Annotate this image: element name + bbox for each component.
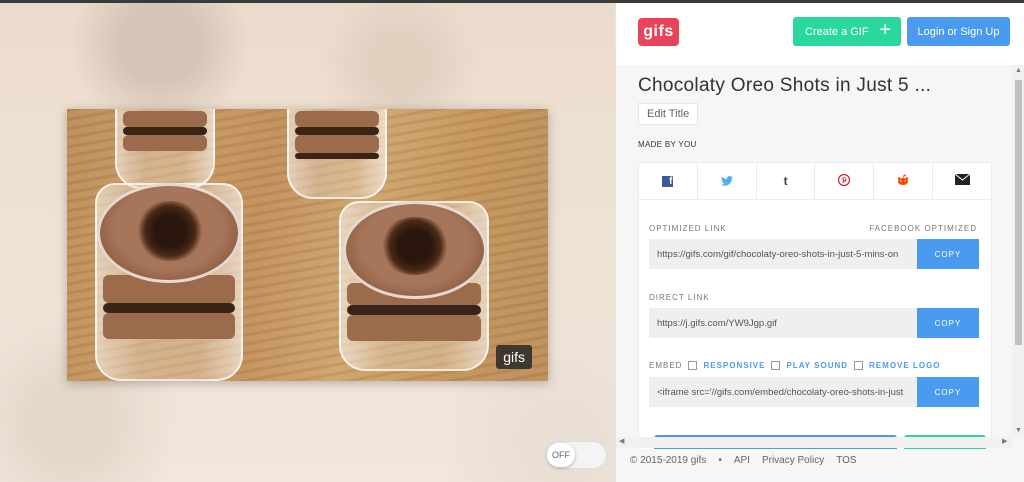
share-facebook-button[interactable]: f (639, 163, 698, 199)
gif-stage: gifs OFF (0, 3, 615, 482)
share-tumblr-button[interactable]: t (757, 163, 816, 199)
create-gif-button[interactable]: Create a GIF + (793, 17, 901, 46)
share-email-button[interactable] (933, 163, 991, 199)
login-button[interactable]: Login or Sign Up (907, 17, 1010, 46)
details-panel: gifs Create a GIF + Login or Sign Up Cho… (615, 3, 1024, 482)
share-reddit-button[interactable] (874, 163, 934, 199)
reddit-icon (896, 174, 910, 189)
facebook-optimized-label: FACEBOOK OPTIMIZED (869, 224, 977, 233)
optimized-link-label: OPTIMIZED LINK (649, 224, 727, 233)
direct-link-field[interactable]: https://j.gifs.com/YW9Jgp.gif (649, 308, 917, 338)
responsive-option[interactable]: RESPONSIVE (703, 361, 765, 370)
email-icon (954, 173, 970, 188)
gif-title: Chocolaty Oreo Shots in Just 5 ... (638, 75, 932, 96)
horizontal-scrollbar[interactable]: ◀ ▶ (616, 437, 1012, 448)
footer-separator: • (718, 455, 722, 466)
create-gif-label: Create a GIF (805, 25, 869, 38)
embed-label: EMBED (649, 361, 683, 370)
copy-embed-button[interactable]: COPY (917, 377, 979, 407)
chocolate-shavings (135, 201, 205, 261)
tumblr-icon: t (783, 174, 788, 188)
shot-glass (115, 109, 215, 189)
twitter-icon (720, 174, 733, 189)
api-link[interactable]: API (734, 455, 750, 466)
responsive-checkbox[interactable] (688, 361, 698, 370)
edit-title-button[interactable]: Edit Title (638, 103, 699, 125)
share-pinterest-button[interactable] (815, 163, 875, 199)
remove-logo-checkbox[interactable] (854, 361, 864, 370)
play-sound-checkbox[interactable] (771, 361, 781, 370)
sound-toggle[interactable]: OFF (545, 441, 607, 469)
pinterest-icon (838, 173, 851, 189)
share-twitter-button[interactable] (698, 163, 757, 199)
scroll-up-icon[interactable]: ▲ (1015, 67, 1022, 74)
made-by-label: MADE BY YOU (638, 140, 697, 149)
plus-icon: + (879, 19, 891, 41)
scroll-left-icon[interactable]: ◀ (619, 437, 624, 445)
scroll-right-icon[interactable]: ▶ (1002, 437, 1007, 445)
privacy-policy-link[interactable]: Privacy Policy (762, 455, 824, 466)
copy-optimized-button[interactable]: COPY (917, 239, 979, 269)
vertical-scrollbar[interactable]: ▲ ▼ (1012, 65, 1024, 437)
embed-options: EMBED RESPONSIVE PLAY SOUND REMOVE LOGO (649, 361, 941, 370)
gifs-logo[interactable]: gifs (638, 18, 679, 46)
copyright-text: © 2015-2019 gifs (630, 455, 707, 466)
toggle-knob: OFF (547, 443, 575, 467)
chocolate-shavings (379, 217, 451, 275)
embed-code-field[interactable]: <iframe src='//gifs.com/embed/chocolaty-… (649, 377, 917, 407)
gif-preview[interactable]: gifs (67, 109, 548, 381)
scroll-down-icon[interactable]: ▼ (1015, 427, 1022, 434)
header: gifs Create a GIF + Login or Sign Up (616, 3, 1024, 65)
copy-direct-button[interactable]: COPY (917, 308, 979, 338)
links-box: OPTIMIZED LINK FACEBOOK OPTIMIZED https:… (638, 200, 992, 449)
shot-glass (287, 109, 387, 199)
gifs-watermark: gifs (496, 345, 532, 369)
scrollbar-thumb[interactable] (1015, 80, 1022, 345)
remove-logo-option[interactable]: REMOVE LOGO (869, 361, 940, 370)
facebook-icon: f (662, 175, 674, 187)
details-scroll[interactable]: Chocolaty Oreo Shots in Just 5 ... Edit … (616, 65, 1024, 449)
direct-link-label: DIRECT LINK (649, 293, 710, 302)
tos-link[interactable]: TOS (836, 455, 856, 466)
play-sound-option[interactable]: PLAY SOUND (786, 361, 848, 370)
optimized-link-field[interactable]: https://gifs.com/gif/chocolaty-oreo-shot… (649, 239, 917, 269)
footer: © 2015-2019 gifs • API Privacy Policy TO… (630, 455, 857, 466)
share-row: f t (638, 162, 992, 200)
